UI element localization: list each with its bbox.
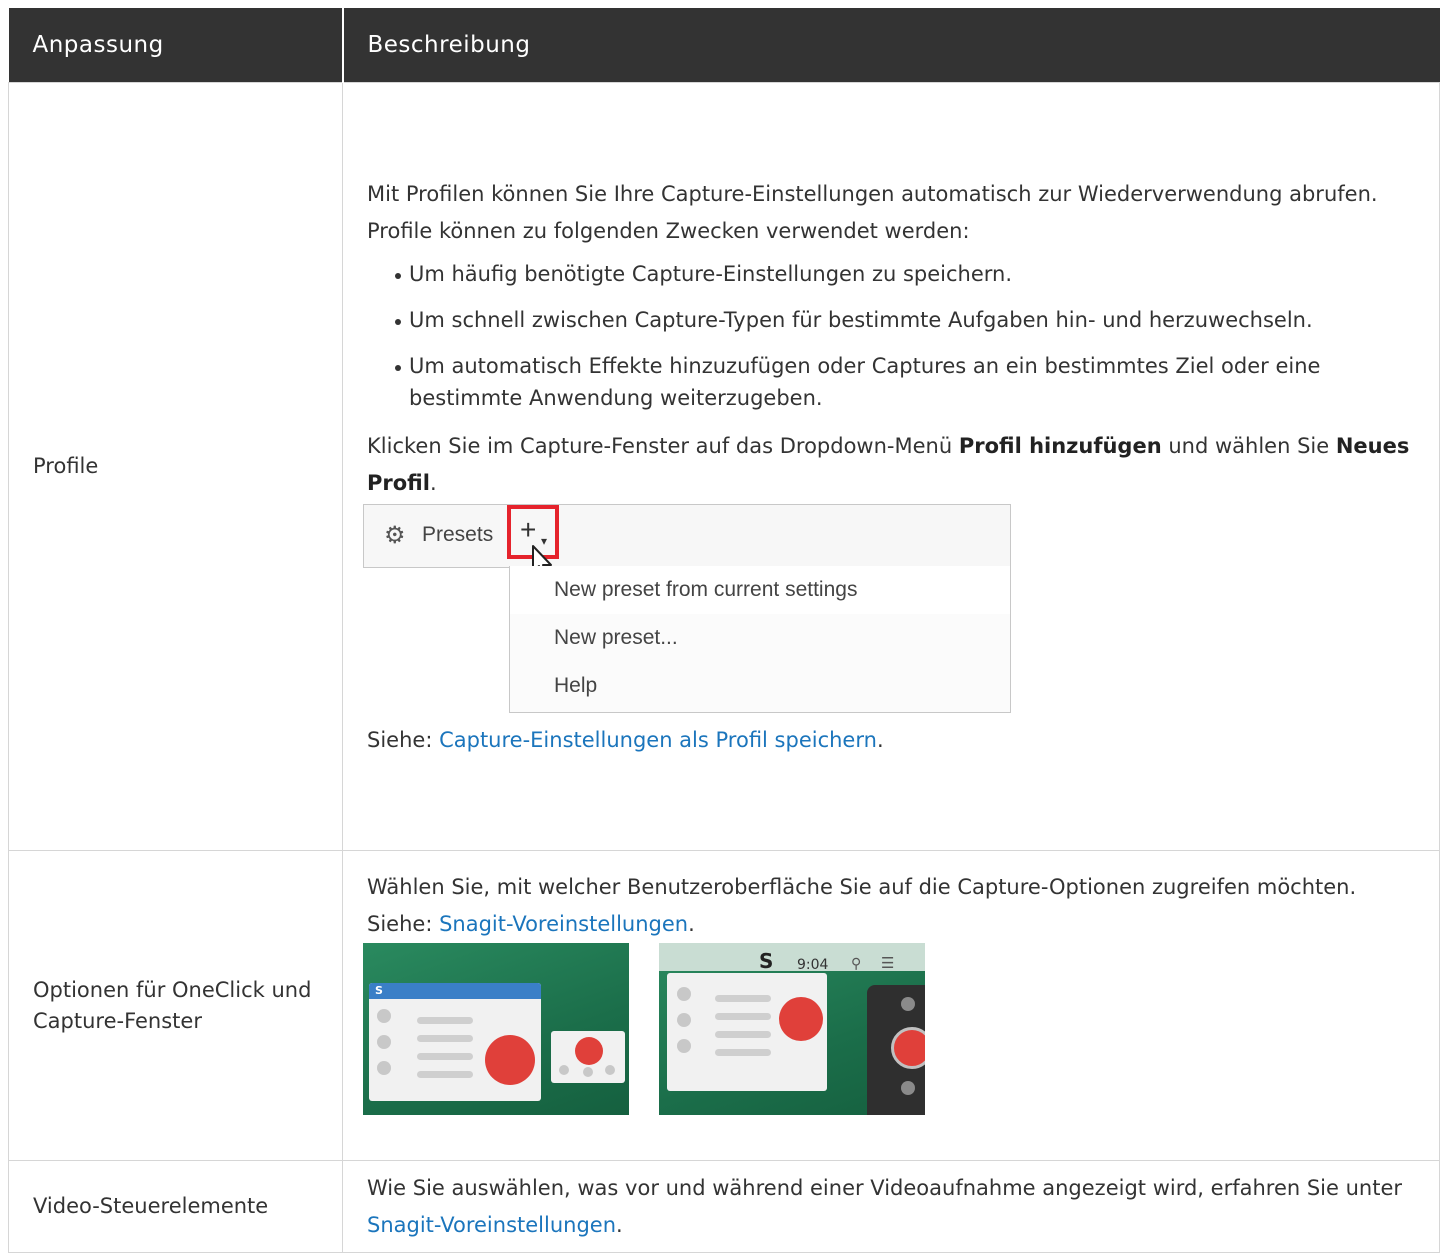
link-capture-einstellungen[interactable]: Capture-Einstellungen als Profil speiche… <box>439 728 877 752</box>
capture-window-screenshot: S <box>363 943 629 1115</box>
mini-capture-widget <box>551 1031 625 1083</box>
header-beschreibung: Beschreibung <box>341 8 1440 83</box>
row-name-profile: Profile <box>8 82 343 851</box>
presets-bar: ⚙ Presets + ▾ <box>363 504 1011 568</box>
menu-item: Help <box>554 674 598 697</box>
table-row-video: Video-Steuerelemente Wie Sie auswählen, … <box>8 1160 1440 1253</box>
list-item: Um automatisch Effekte hinzuzufügen oder… <box>395 350 1423 414</box>
capture-window: S <box>369 983 541 1101</box>
row-desc-video: Wie Sie auswählen, was vor und während e… <box>342 1160 1440 1253</box>
list-item: Um schnell zwischen Capture-Typen für be… <box>395 304 1423 336</box>
presets-menu-screenshot: ⚙ Presets + ▾ New preset from current se… <box>363 504 1023 716</box>
profile-instruction: Klicken Sie im Capture-Fenster auf das D… <box>367 434 1410 495</box>
menu-item: New preset... <box>554 626 678 649</box>
table-header-row: Anpassung Beschreibung <box>8 8 1440 83</box>
oneclick-screenshots: S S 9:04 ⚲ ☰ <box>363 943 1423 1115</box>
list-item: Um häufig benötigte Capture-Einstellunge… <box>395 258 1423 290</box>
menu-name-profil-hinzufuegen: Profil hinzufügen <box>958 434 1162 458</box>
row-desc-profile: Mit Profilen können Sie Ihre Capture-Ein… <box>342 82 1440 851</box>
table-row-optionen: Optionen für OneClick und Capture-Fenste… <box>8 850 1440 1161</box>
oneclick-screenshot: S 9:04 ⚲ ☰ <box>659 943 925 1115</box>
table-row-profile: Profile Mit Profilen können Sie Ihre Cap… <box>8 82 1440 851</box>
link-snagit-voreinstellungen-video[interactable]: Snagit-Voreinstellungen <box>367 1213 616 1237</box>
list-icon: ☰ <box>881 954 895 972</box>
presets-label: Presets <box>422 523 494 546</box>
row-name-optionen: Optionen für OneClick und Capture-Fenste… <box>8 850 343 1161</box>
video-text: Wie Sie auswählen, was vor und während e… <box>367 1175 1403 1237</box>
presets-dropdown-menu: New preset from current settings New pre… <box>509 566 1011 713</box>
menubar: S 9:04 ⚲ ☰ <box>659 943 925 973</box>
link-snagit-voreinstellungen[interactable]: Snagit-Voreinstellungen <box>439 912 688 936</box>
capture-window <box>667 973 827 1091</box>
row-desc-optionen: Wählen Sie, mit welcher Benutzeroberfläc… <box>342 850 1440 1161</box>
search-icon: ⚲ <box>851 956 862 972</box>
oneclick-widget <box>867 985 925 1115</box>
profile-intro: Mit Profilen können Sie Ihre Capture-Ein… <box>367 182 1378 243</box>
plus-icon: + <box>520 514 537 545</box>
row-name-video: Video-Steuerelemente <box>8 1160 343 1253</box>
gear-icon: ⚙ <box>384 521 406 549</box>
header-anpassung: Anpassung <box>8 8 343 83</box>
profile-bullet-list: Um häufig benötigte Capture-Einstellunge… <box>367 258 1423 414</box>
optionen-text: Wählen Sie, mit welcher Benutzeroberfläc… <box>367 875 1357 936</box>
customization-table: Anpassung Beschreibung Profile Mit Profi… <box>8 8 1440 1253</box>
menu-item: New preset from current settings <box>510 566 1010 614</box>
profile-see-also: Siehe: Capture-Einstellungen als Profil … <box>367 728 884 752</box>
